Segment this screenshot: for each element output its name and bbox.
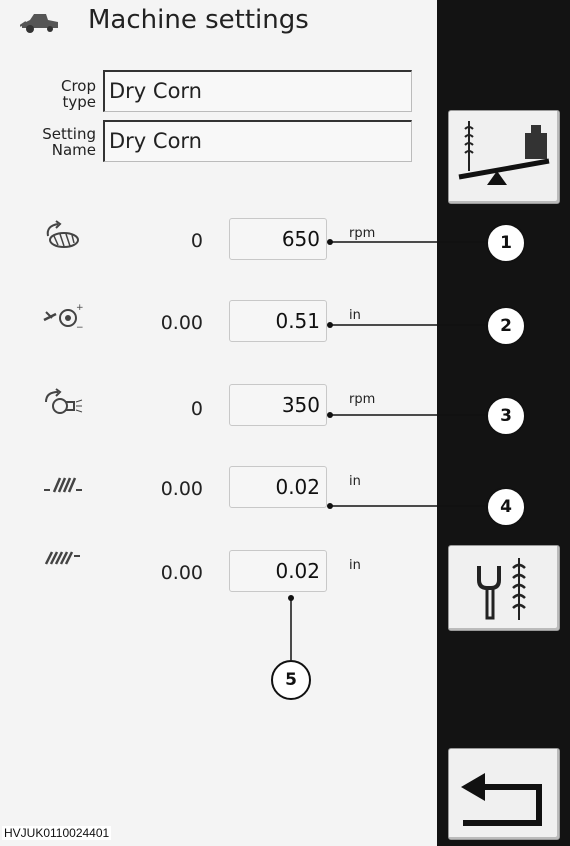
callout-4: 4 <box>486 487 526 527</box>
callout-1: 1 <box>486 223 526 263</box>
callout-5: 5 <box>271 660 311 700</box>
callout-lines <box>288 239 488 660</box>
callout-2: 2 <box>486 306 526 346</box>
callout-3: 3 <box>486 396 526 436</box>
